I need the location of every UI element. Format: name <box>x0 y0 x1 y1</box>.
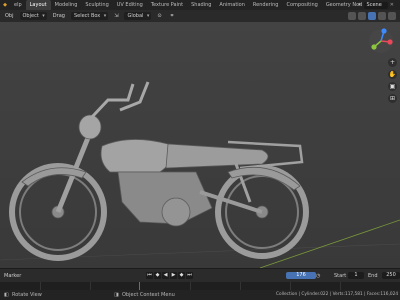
scene-selector[interactable]: ✦ Scene ✕ <box>357 1 394 9</box>
close-icon[interactable]: ✕ <box>390 2 394 8</box>
seat <box>165 143 269 169</box>
end-label: End <box>368 273 378 279</box>
ruler-tick <box>240 282 241 290</box>
scene-name-field[interactable]: Scene <box>363 1 388 9</box>
next-keyframe-icon[interactable]: ◆ <box>178 272 185 279</box>
frame-ruler[interactable] <box>0 282 400 290</box>
ruler-tick <box>290 282 291 290</box>
marker-menu[interactable]: Marker <box>4 273 21 279</box>
x-axis-icon <box>387 39 393 45</box>
ruler-tick <box>190 282 191 290</box>
top-bar: ◆ elp Layout Modeling Sculpting UV Editi… <box>0 0 400 10</box>
blender-logo-icon[interactable]: ◆ <box>0 0 10 10</box>
tab-uv-editing[interactable]: UV Editing <box>113 0 147 10</box>
start-label: Start <box>334 273 347 279</box>
z-axis-icon <box>381 28 387 34</box>
context-menu-hint: Object Context Menu <box>122 292 175 298</box>
headlight <box>78 114 102 140</box>
tab-compositing[interactable]: Compositing <box>282 0 321 10</box>
transform-icon[interactable]: ⇲ <box>111 12 121 20</box>
rendered-shading-icon[interactable] <box>388 12 396 20</box>
ruler-tick <box>40 282 41 290</box>
tab-rendering[interactable]: Rendering <box>249 0 283 10</box>
end-frame-field[interactable]: 250 <box>382 272 400 279</box>
clock-icon: ◷ <box>316 273 321 279</box>
ruler-tick <box>90 282 91 290</box>
scene-stats: Collection | Cylinder.022 | Verts:117,58… <box>276 292 399 297</box>
wireframe-shading-icon[interactable] <box>358 12 366 20</box>
viewport-header: Obj Object Drag Select Box ⇲ Global ⊙ ⌗ <box>0 10 400 22</box>
scene-icon: ✦ <box>357 2 362 8</box>
jump-start-icon[interactable]: ⏮ <box>146 272 153 279</box>
y-axis-line <box>259 219 400 268</box>
tab-layout[interactable]: Layout <box>25 0 51 10</box>
material-shading-icon[interactable] <box>378 12 386 20</box>
mode-menu[interactable]: Obj <box>2 12 17 20</box>
tab-texture-paint[interactable]: Texture Paint <box>147 0 187 10</box>
start-frame-field[interactable]: 1 <box>348 272 364 279</box>
play-reverse-icon[interactable]: ◀ <box>162 272 169 279</box>
tab-animation[interactable]: Animation <box>215 0 249 10</box>
shading-buttons <box>348 12 396 20</box>
drag-label: Drag <box>52 13 65 19</box>
engine-cover <box>161 197 191 227</box>
tab-modeling[interactable]: Modeling <box>51 0 82 10</box>
grid-perspective-icon[interactable]: ⊞ <box>388 94 397 103</box>
front-fender <box>21 167 87 187</box>
rear-fender <box>227 166 301 191</box>
object-mode-dropdown[interactable]: Object <box>19 12 47 20</box>
playback-controls: ⏮ ◆ ◀ ▶ ◆ ⏭ <box>146 272 193 279</box>
current-frame-field[interactable]: 176 <box>286 272 316 279</box>
mouse-right-icon: ◨ <box>114 292 119 298</box>
select-tool-dropdown[interactable]: Select Box <box>70 12 109 20</box>
zoom-icon[interactable]: + <box>388 58 397 67</box>
play-icon[interactable]: ▶ <box>170 272 177 279</box>
handlebar-right <box>119 81 150 112</box>
fuel-tank <box>100 139 173 173</box>
hand-pan-icon[interactable]: ✋ <box>388 70 397 79</box>
solid-shading-icon[interactable] <box>368 12 376 20</box>
y-axis-icon <box>371 44 377 50</box>
mouse-left-icon: ◧ <box>4 292 9 298</box>
playhead[interactable] <box>139 282 140 290</box>
handlebar <box>90 83 135 119</box>
ruler-tick <box>340 282 341 290</box>
timeline-bar: Marker ⏮ ◆ ◀ ▶ ◆ ⏭ 176 ◷ Start 1 End 250 <box>0 268 400 282</box>
menu-help[interactable]: elp <box>10 0 26 10</box>
prev-keyframe-icon[interactable]: ◆ <box>154 272 161 279</box>
snap-icon[interactable]: ⌗ <box>168 12 177 20</box>
3d-viewport[interactable]: + ✋ ▣ ⊞ <box>0 22 400 268</box>
tab-sculpting[interactable]: Sculpting <box>81 0 112 10</box>
tab-shading[interactable]: Shading <box>187 0 215 10</box>
pivot-icon[interactable]: ⊙ <box>154 12 164 20</box>
motorcycle <box>9 81 309 261</box>
status-bar: ◧ Rotate View ◨ Object Context Menu Coll… <box>0 290 400 300</box>
navigation-gizmo[interactable] <box>368 28 394 54</box>
orientation-dropdown[interactable]: Global <box>124 12 152 20</box>
camera-view-icon[interactable]: ▣ <box>388 82 397 91</box>
overlay-icon[interactable] <box>348 12 356 20</box>
rotate-view-hint: Rotate View <box>12 292 42 298</box>
jump-end-icon[interactable]: ⏭ <box>186 272 193 279</box>
motorcycle-model[interactable] <box>0 22 400 268</box>
